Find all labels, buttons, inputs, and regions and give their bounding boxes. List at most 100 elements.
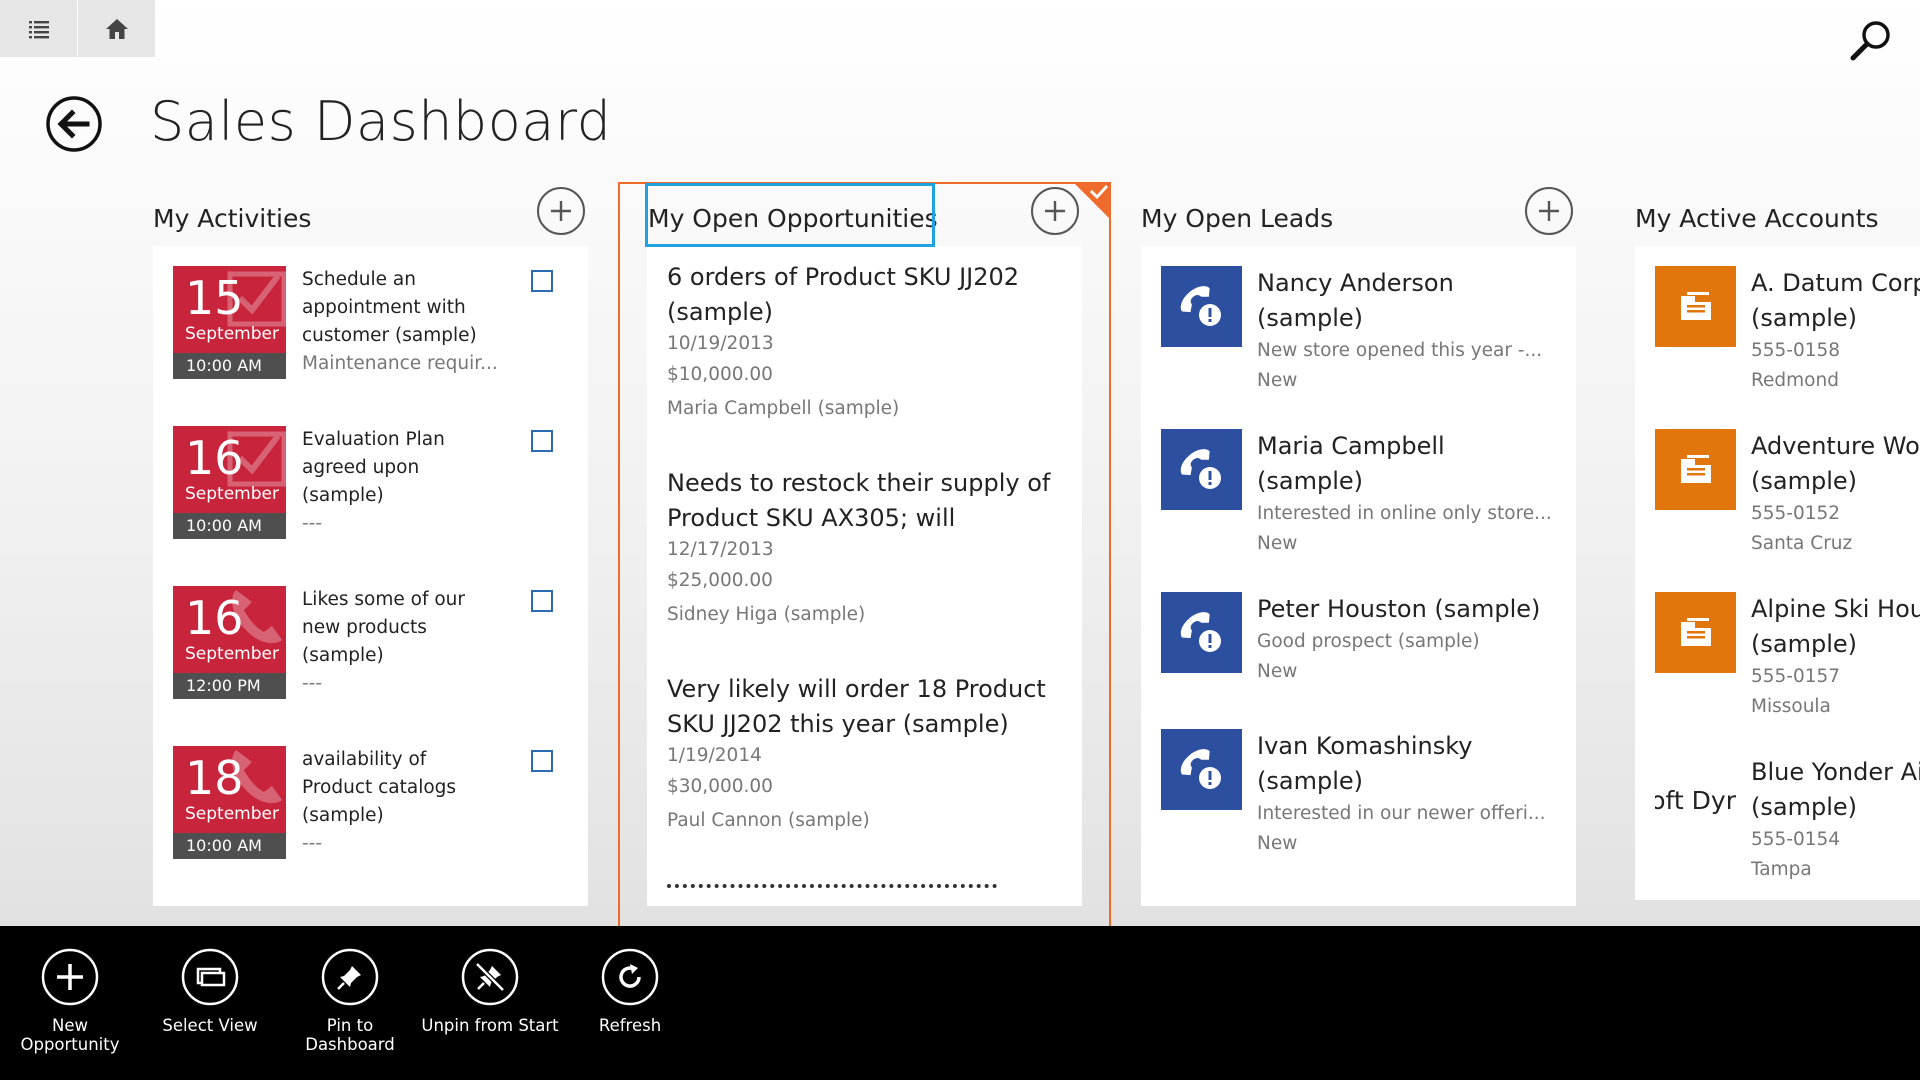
button-label: Unpin from Start [421,1016,559,1035]
activity-text: Schedule an appointment with customer (s… [302,266,502,378]
activity-text: Evaluation Plan agreed upon (sample) --- [302,426,502,538]
activity-subject-line: Product catalogs [302,777,457,798]
accounts-header: My Active Accounts [1635,180,1920,250]
lead-name-line: (sample) [1257,467,1363,495]
account-phone: 555-0158 [1751,340,1841,361]
list-icon [28,20,49,38]
keyboard-focus-box [645,183,935,247]
unpin-icon [461,948,519,1006]
date-month: September [185,484,279,504]
lead-phone-icon [1180,611,1221,652]
account-tile [1655,429,1736,510]
add-activity-icon[interactable] [536,186,586,236]
account-logo-text: soft Dyr [1655,786,1736,815]
lead-status: New [1257,661,1298,682]
account-city: Tampa [1751,859,1812,880]
button-label: Pin to Dashboard [305,1016,395,1054]
lead-tile [1161,729,1242,810]
lead-description: Good prospect (sample) [1257,631,1480,652]
back-arrow-icon[interactable] [45,95,103,153]
date-tile: 15 September 10:00 AM [173,266,286,379]
accounts-column: My Active Accounts A. Datum Corporation … [1635,180,1920,900]
opportunity-owner: Maria Campbell (sample) [667,398,900,419]
account-building-icon [1680,617,1711,646]
activity-checkbox[interactable] [531,590,553,612]
date-tile: 18 September 10:00 AM [173,746,286,859]
lead-phone-icon [1180,285,1221,326]
account-name-line: Adventure Works [1751,432,1920,460]
account-name-line: Blue Yonder Airlines [1751,758,1920,786]
list-view-button[interactable] [0,0,77,57]
add-lead-icon[interactable] [1524,186,1574,236]
lead-phone-icon [1180,448,1221,489]
list-item[interactable]: Very likely will order 18 Product SKU JJ… [667,672,1067,838]
home-button[interactable] [78,0,155,57]
list-item[interactable]: Needs to restock their supply of Product… [667,466,1067,632]
date-day: 16 [185,591,244,645]
button-label: Refresh [598,1016,662,1035]
button-label: Select View [162,1016,258,1035]
account-text: A. Datum Corporation (sample) 555-0158 R… [1751,266,1920,396]
opportunity-title-line: (sample) [667,298,773,326]
lead-name-line: Ivan Komashinsky [1257,732,1473,760]
activities-card: 15 September 10:00 AM Schedule an appoin… [153,246,588,906]
activities-title: My Activities [153,204,312,233]
activity-subject-line: Schedule an [302,269,416,290]
account-name-line: Alpine Ski House [1751,595,1920,623]
refresh-icon [601,948,659,1006]
activity-checkbox[interactable] [531,430,553,452]
leads-title: My Open Leads [1141,204,1334,233]
date-month: September [185,324,279,344]
add-opportunity-icon[interactable] [1030,186,1080,236]
date-time: 12:00 PM [173,673,286,699]
account-name-line: A. Datum Corporation [1751,269,1920,297]
activity-checkbox[interactable] [531,270,553,292]
button-label: New Opportunity [20,1016,120,1054]
opportunities-card: 6 orders of Product SKU JJ202 (sample) 1… [647,246,1082,906]
account-name-line: (sample) [1751,304,1857,332]
plus-icon [41,948,99,1006]
search-icon[interactable] [1848,18,1894,64]
lead-tile [1161,592,1242,673]
new-opportunity-button[interactable]: New Opportunity [0,948,140,1054]
activity-regarding: Maintenance requir... [302,353,498,374]
account-phone: 555-0157 [1751,666,1841,687]
account-phone: 555-0154 [1751,829,1841,850]
activity-subject-line: agreed upon [302,457,420,478]
account-city: Redmond [1751,370,1839,391]
activity-regarding: --- [302,833,323,854]
opportunity-title-line: SKU JJ202 this year (sample) [667,710,1009,738]
account-text: Blue Yonder Airlines (sample) 555-0154 T… [1751,755,1920,885]
activity-subject-line: Evaluation Plan [302,429,445,450]
lead-name-line: Maria Campbell [1257,432,1445,460]
opportunity-amount: $25,000.00 [667,570,773,591]
leads-header: My Open Leads [1141,180,1581,250]
page-title: Sales Dashboard [150,90,612,153]
account-name-line: (sample) [1751,793,1857,821]
lead-status: New [1257,833,1298,854]
lead-tile [1161,266,1242,347]
lead-status: New [1257,370,1298,391]
date-tile: 16 September 12:00 PM [173,586,286,699]
account-name-line: (sample) [1751,630,1857,658]
unpin-from-start-button[interactable]: Unpin from Start [420,948,560,1035]
pin-to-dashboard-button[interactable]: Pin to Dashboard [280,948,420,1054]
opportunity-owner: Sidney Higa (sample) [667,604,866,625]
lead-text: Nancy Anderson (sample) New store opened… [1257,266,1576,396]
date-day: 15 [185,271,244,325]
activity-checkbox[interactable] [531,750,553,772]
select-view-button[interactable]: Select View [140,948,280,1035]
lead-tile [1161,429,1242,510]
activity-text: availability of Product catalogs (sample… [302,746,502,858]
date-time: 10:00 AM [173,513,286,539]
activity-subject-line: (sample) [302,805,384,826]
lead-phone-icon [1180,748,1221,789]
activity-subject-line: (sample) [302,485,384,506]
list-item[interactable]: 6 orders of Product SKU JJ202 (sample) 1… [667,260,1067,426]
account-city: Santa Cruz [1751,533,1853,554]
date-day: 18 [185,751,244,805]
refresh-button[interactable]: Refresh [560,948,700,1035]
account-text: Alpine Ski House (sample) 555-0157 Misso… [1751,592,1920,722]
lead-text: Peter Houston (sample) Good prospect (sa… [1257,592,1576,687]
lead-description: Interested in our newer offeri... [1257,803,1546,824]
